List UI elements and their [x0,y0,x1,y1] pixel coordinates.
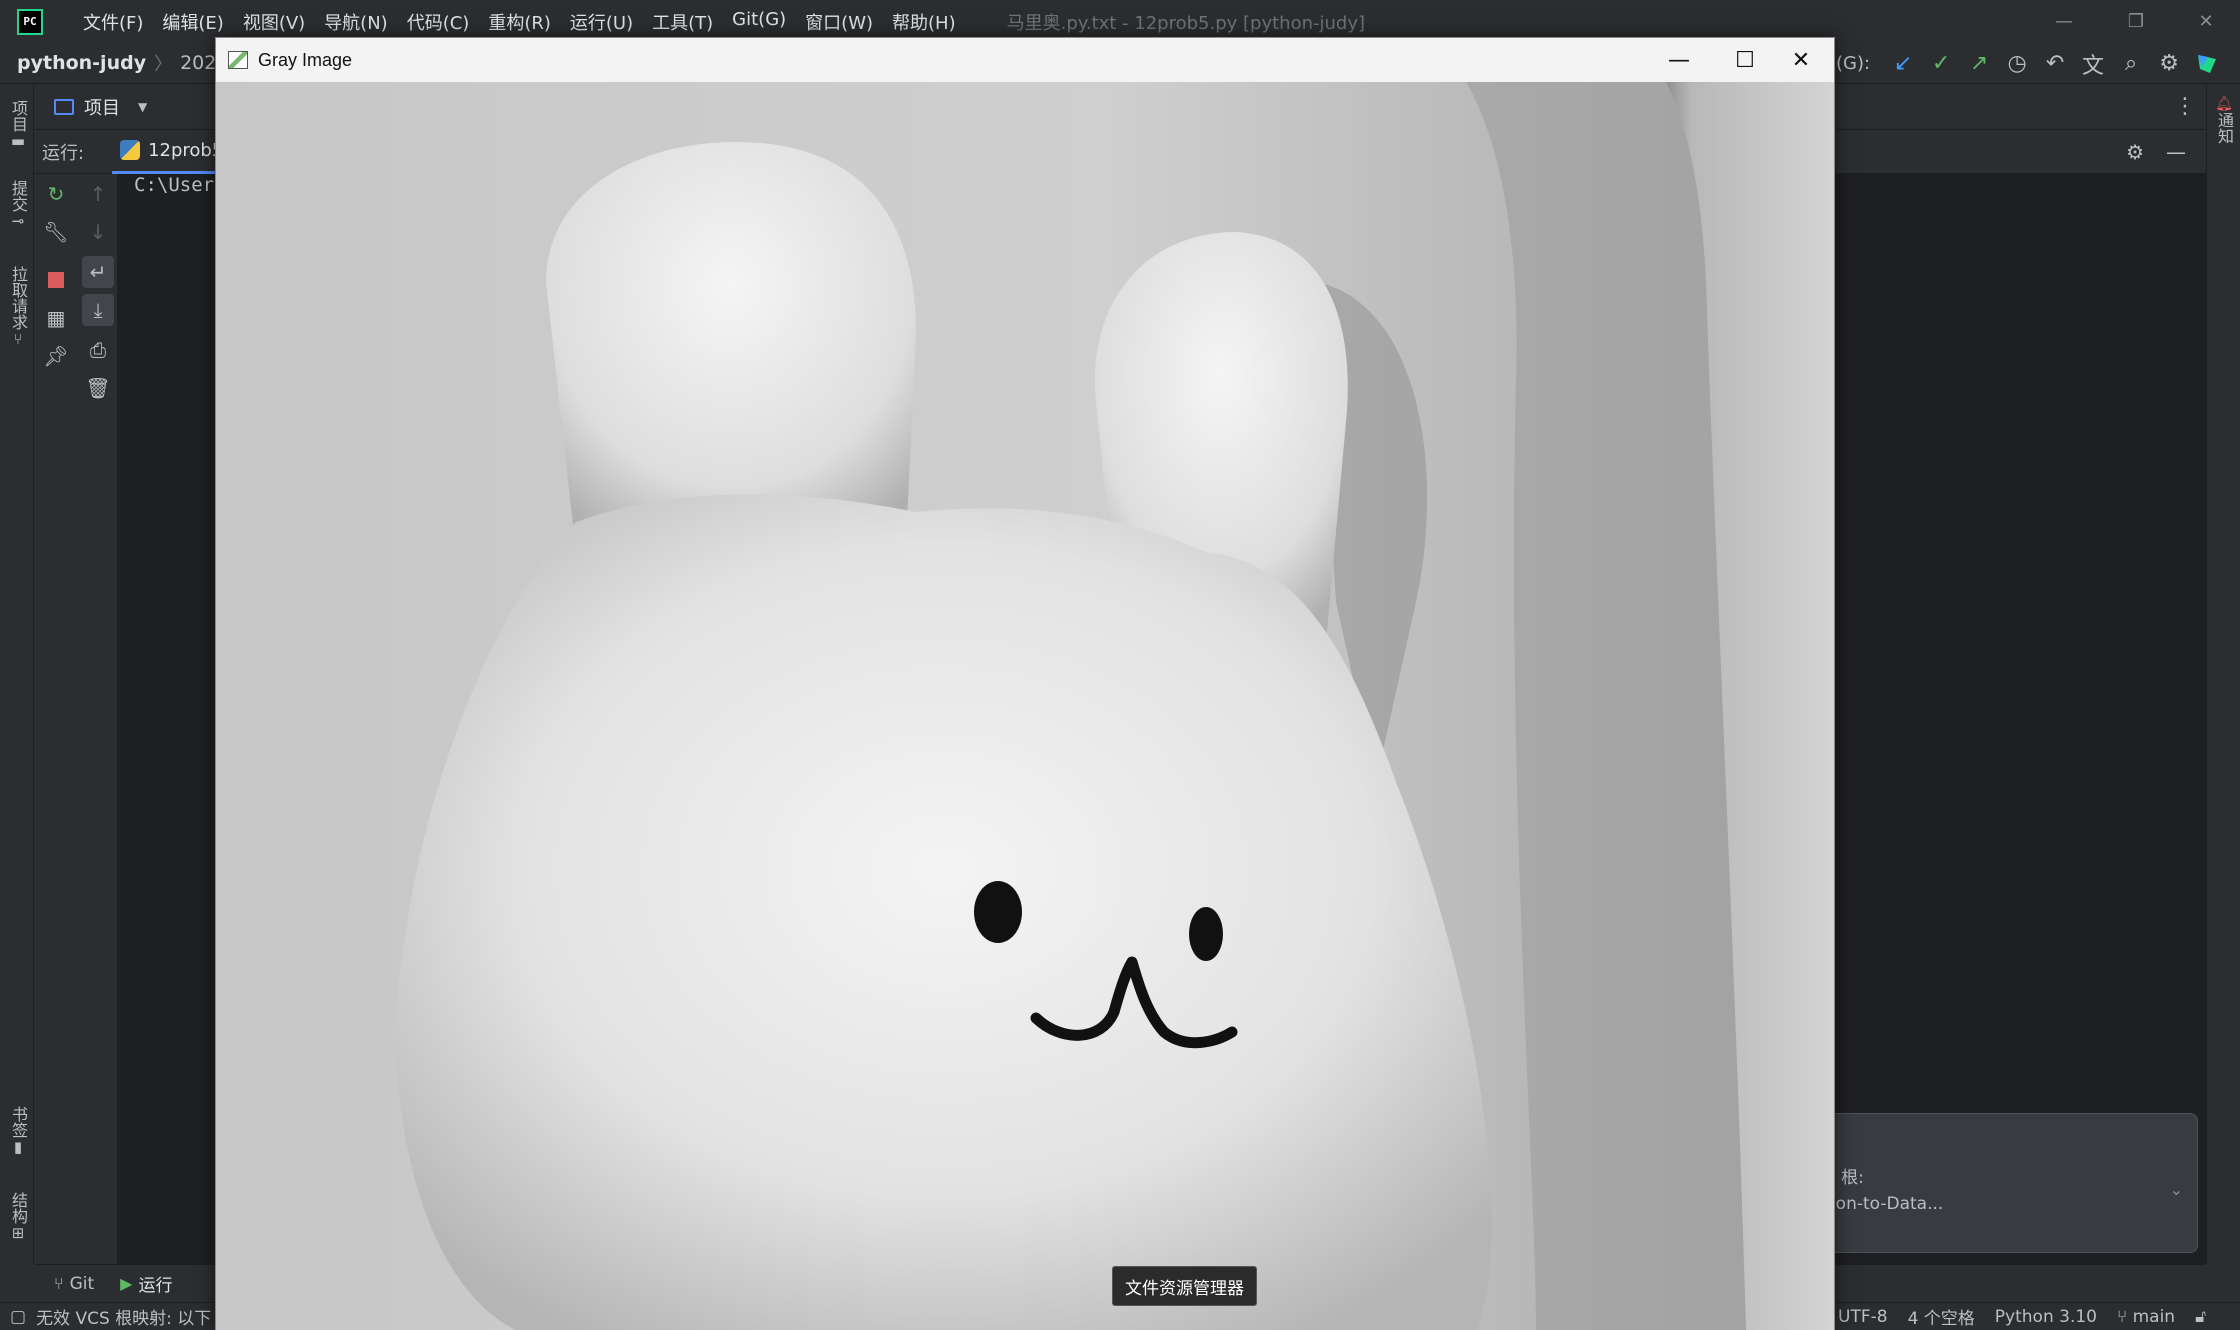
pin-icon[interactable]: 📌︎ [40,340,72,372]
commit-tool-tab[interactable]: 提交 ⊸ [4,180,32,230]
run-icon: ▶ [120,1274,133,1293]
gear-icon[interactable]: ⚙ [2126,140,2144,164]
chevron-down-icon[interactable]: ▼ [138,100,147,114]
trash-icon[interactable]: 🗑︎ [82,372,114,404]
breadcrumb-project[interactable]: python-judy [17,52,146,74]
ide-restore-button[interactable]: ❐ [2116,6,2156,36]
project-window-icon [54,98,74,115]
menu-item[interactable]: 帮助(H) [892,9,956,35]
undo-icon[interactable]: ↶ [2036,45,2074,83]
pull-requests-tool-tab[interactable]: 拉取请求 ⑂ [4,266,32,348]
image-app-icon [228,51,248,69]
menu-item[interactable]: 窗口(W) [805,9,873,35]
vcs-status-message[interactable]: 无效 VCS 根映射: 以下 [36,1304,211,1329]
folder-icon: ▬ [10,132,26,150]
checkmark-icon[interactable]: ✓ [1922,45,1960,83]
clock-icon[interactable]: ◷ [1998,45,2036,83]
gray-image-title: Gray Image [258,49,353,70]
git-branch-icon: ⑂ [54,1274,64,1293]
commit-icon: ⊸ [11,212,25,230]
gray-image-window[interactable]: Gray Image — ☐ ✕ [215,37,1835,1330]
status-right: UTF-8 4 个空格 Python 3.10 ⑂ main 🔓︎ [1838,1304,2206,1330]
indent-widget[interactable]: 4 个空格 [1908,1304,1975,1329]
lock-icon[interactable]: 🔓︎ [2195,1307,2206,1327]
run-config-tab[interactable]: 12prob5 [112,130,232,174]
git-toolbar: (G): ↙ ✓ ↗ ◷ ↶ 文 ⌕ ⚙ [1836,43,2226,84]
menu-item[interactable]: 代码(C) [407,9,470,35]
bookmarks-tool-tab[interactable]: 书签 ▮ [4,1106,32,1156]
gear-icon[interactable]: ⚙ [2150,45,2188,83]
bookmark-icon: ▮ [13,1138,23,1156]
pycharm-logo-icon: PC [17,8,43,35]
git-label: (G): [1836,53,1871,74]
arrow-up-icon[interactable]: ↑ [82,178,114,210]
interpreter-widget[interactable]: Python 3.10 [1995,1307,2097,1327]
menu-item[interactable]: 工具(T) [652,9,713,35]
more-options-icon[interactable]: ⋮ [2174,94,2196,119]
file-explorer-tooltip: 文件资源管理器 [1112,1266,1257,1306]
wrench-icon[interactable]: 🔧︎ [40,216,72,248]
status-left: ▢ 无效 VCS 根映射: 以下 [10,1304,211,1330]
run-toolbar-primary: ↻ 🔧︎ ▦ 📌︎ [34,174,78,1264]
menu-item[interactable]: 运行(U) [570,9,633,35]
layout-icon[interactable]: ▦ [40,302,72,334]
run-toolbar-secondary: ↑ ↓ ↵ ⤓ ⎙ 🗑︎ [78,174,118,1264]
run-panel-label: 运行: [42,142,85,164]
menu-item[interactable]: Git(G) [732,9,786,35]
gray-image-title-bar[interactable]: Gray Image — ☐ ✕ [216,38,1834,82]
project-view-selector[interactable]: 项目 [84,94,120,120]
close-button[interactable]: ✕ [1768,38,1834,82]
menu-item[interactable]: 文件(F) [83,9,143,35]
rerun-icon[interactable]: ↻ [40,178,72,210]
ide-minimize-button[interactable]: — [2044,6,2084,36]
structure-tool-tab[interactable]: 结构 ⊞ [4,1192,32,1242]
notifications-tool-tab[interactable]: 🔔︎ 通知 [2210,96,2238,144]
git-branch-icon: ⑂ [2116,1306,2128,1327]
translate-icon[interactable]: 文 [2074,45,2112,83]
right-tool-stripe: 🔔︎ 通知 [2206,84,2240,1264]
git-tool-tab[interactable]: ⑂ Git [48,1265,100,1303]
structure-icon: ⊞ [11,1224,25,1242]
scroll-to-end-icon[interactable]: ⤓ [82,294,114,326]
arrow-up-right-icon[interactable]: ↗ [1960,45,1998,83]
main-menu: 文件(F) 编辑(E) 视图(V) 导航(N) 代码(C) 重构(R) 运行(U) 工具(T)… [83,9,975,35]
minimize-button[interactable]: — [1646,38,1712,82]
branch-widget[interactable]: ⑂ main [2117,1307,2175,1327]
arrow-down-icon[interactable]: ↓ [82,216,114,248]
python-icon [120,140,141,160]
jetbrains-icon[interactable] [2188,45,2226,83]
left-tool-stripe: 项目 ▬ 提交 ⊸ 拉取请求 ⑂ 书签 ▮ 结构 ⊞ [0,84,34,1264]
arrow-down-left-icon[interactable]: ↙ [1884,45,1922,83]
hide-panel-icon[interactable]: — [2166,140,2186,164]
project-tool-tab[interactable]: 项目 ▬ [4,100,32,150]
run-panel-actions: ⚙ — [2126,140,2186,164]
encoding-widget[interactable]: UTF-8 [1838,1307,1888,1327]
menu-item[interactable]: 视图(V) [243,9,305,35]
chevron-down-icon[interactable]: ⌄ [2170,1180,2183,1199]
pull-request-icon: ⑂ [13,330,23,348]
panel-toggle-icon[interactable]: ▢ [10,1307,26,1327]
soft-wrap-icon[interactable]: ↵ [82,256,114,288]
grayscale-image-canvas [216,82,1834,1330]
console-output: C:\User [134,174,215,196]
print-icon[interactable]: ⎙ [82,334,114,366]
bell-icon: 🔔︎ [2215,96,2233,112]
bunny-plush-photo [216,82,1834,1330]
search-icon[interactable]: ⌕ [2112,45,2150,83]
ide-window-title: 马里奥.py.txt - 12prob5.py [python-judy] [1006,12,1366,34]
run-tool-tab[interactable]: ▶ 运行 [114,1265,178,1303]
ide-close-button[interactable]: ✕ [2186,6,2226,36]
breadcrumb-separator: 〉 [154,54,173,75]
menu-item[interactable]: 编辑(E) [162,9,223,35]
menu-item[interactable]: 导航(N) [324,9,388,35]
stop-icon[interactable] [40,264,72,296]
menu-item[interactable]: 重构(R) [488,9,551,35]
